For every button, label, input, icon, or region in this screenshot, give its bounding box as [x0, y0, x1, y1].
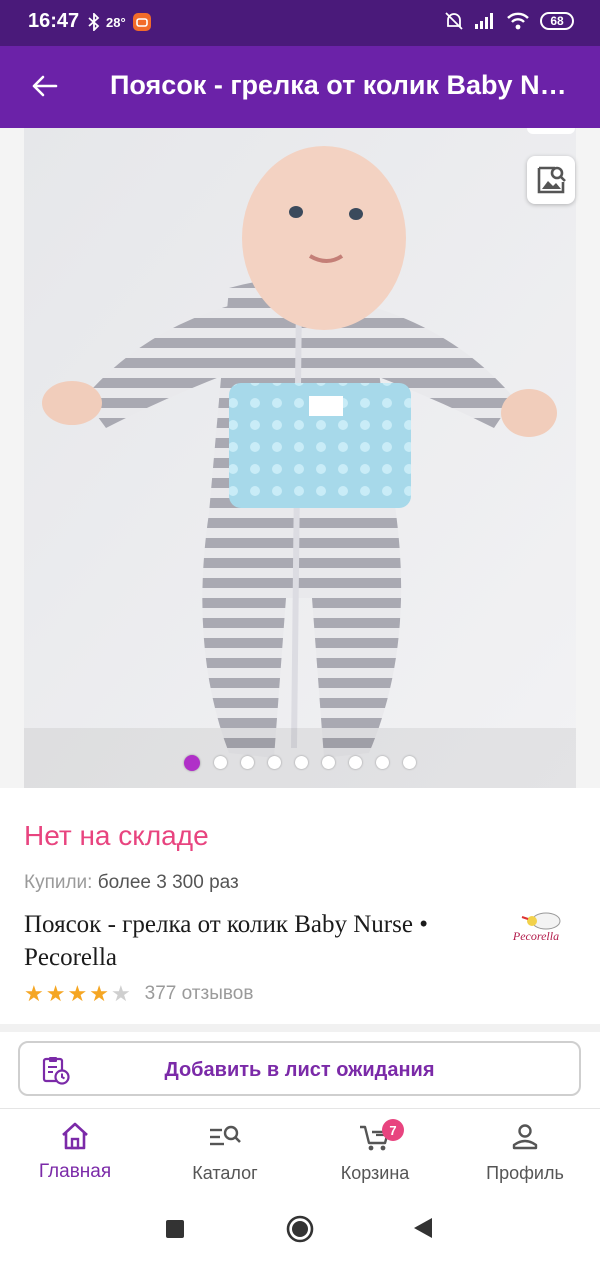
nav-label-catalog: Каталог: [192, 1163, 258, 1183]
bottom-navigation: Главная Каталог 7 Корзина Профиль: [0, 1108, 600, 1195]
star-icon: ★: [67, 981, 88, 1006]
back-button[interactable]: [26, 68, 62, 104]
status-bar: 16:47 28° 68: [0, 0, 600, 46]
temperature-label: 28°: [106, 14, 126, 30]
wifi-icon: [507, 12, 529, 30]
status-time: 16:47: [28, 10, 80, 32]
gallery-pagination: [0, 754, 600, 771]
gallery-dot[interactable]: [214, 756, 227, 769]
section-divider: [0, 1024, 600, 1032]
image-search-button[interactable]: [527, 156, 575, 204]
gallery-dot[interactable]: [295, 756, 308, 769]
gallery-dot[interactable]: [376, 756, 389, 769]
gallery-dot[interactable]: [349, 756, 362, 769]
product-title: Поясок - грелка от колик Baby Nurse • Pe…: [24, 911, 428, 971]
nav-label-cart: Корзина: [340, 1163, 410, 1183]
recent-apps-button[interactable]: [165, 1219, 185, 1239]
star-icon: ★: [110, 981, 131, 1006]
profile-icon: [512, 1124, 538, 1150]
home-system-button[interactable]: [286, 1215, 314, 1243]
signal-icon: [475, 13, 493, 29]
notification-app-icon: [132, 13, 151, 31]
arrow-left-icon: [32, 75, 58, 97]
home-icon: [62, 1122, 88, 1150]
nav-item-home[interactable]: Главная: [0, 1109, 150, 1195]
gallery-dot[interactable]: [403, 756, 416, 769]
brand-logo[interactable]: Pecorella: [494, 910, 578, 946]
nav-item-cart[interactable]: 7 Корзина: [300, 1109, 450, 1195]
nav-label-profile: Профиль: [486, 1163, 564, 1183]
product-rating[interactable]: ★ ★ ★ ★ ★ 377 отзывов: [24, 983, 253, 1005]
add-to-waitlist-button[interactable]: Добавить в лист ожидания: [18, 1041, 581, 1096]
system-navigation-bar: [0, 1194, 600, 1266]
back-system-button[interactable]: [412, 1216, 434, 1240]
page-title: Поясок - грелка от колик Baby Nurse • Pe…: [110, 70, 580, 100]
gallery-dot[interactable]: [268, 756, 281, 769]
purchase-count-value: более 3 300 раз: [97, 872, 239, 893]
product-photo: [24, 128, 576, 788]
image-search-icon: [537, 166, 566, 194]
product-gallery[interactable]: [0, 128, 600, 788]
nav-label-home: Главная: [38, 1161, 112, 1182]
star-icon: ★: [89, 981, 109, 1006]
star-icon: ★: [24, 981, 44, 1006]
star-icon: ★: [45, 981, 66, 1006]
gallery-dot[interactable]: [322, 756, 335, 769]
purchase-count: Купили: более 3 300 раз: [24, 872, 239, 894]
cart-count-badge: 7: [382, 1119, 404, 1141]
nav-item-profile[interactable]: Профиль: [450, 1109, 600, 1195]
purchase-count-label: Купили:: [24, 872, 93, 893]
gallery-dot[interactable]: [184, 754, 200, 771]
app-bar: Поясок - грелка от колик Baby Nurse • Pe…: [0, 46, 600, 128]
gallery-dot[interactable]: [241, 756, 254, 769]
add-to-waitlist-label: Добавить в лист ожидания: [164, 1059, 435, 1081]
reviews-count: 377 отзывов: [144, 983, 254, 1004]
svg-text:Pecorella: Pecorella: [512, 929, 559, 943]
bluetooth-icon: [88, 13, 100, 31]
mute-bell-icon: [445, 12, 463, 30]
catalog-search-icon: [210, 1125, 241, 1146]
battery-indicator: 68: [540, 12, 574, 30]
stock-status: Нет на складе: [24, 820, 209, 851]
rating-stars: ★ ★ ★ ★ ★: [24, 983, 133, 1005]
nav-item-catalog[interactable]: Каталог: [150, 1109, 300, 1195]
